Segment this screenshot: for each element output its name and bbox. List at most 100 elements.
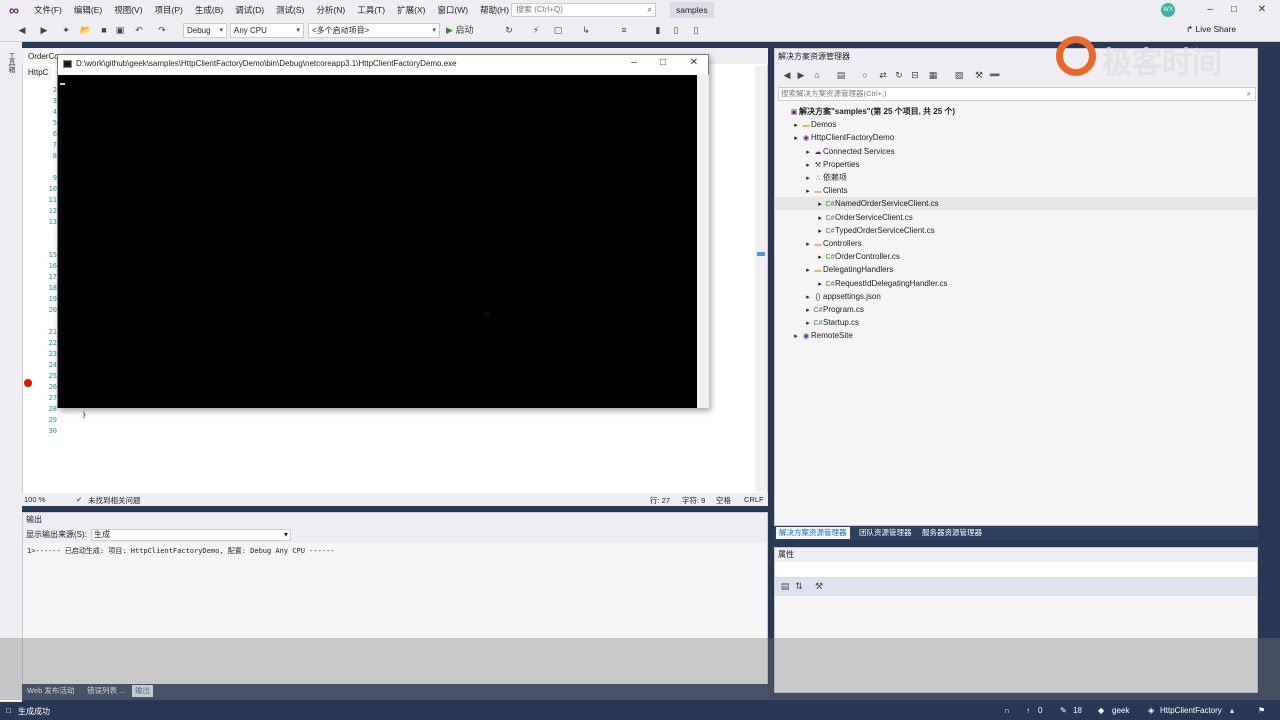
tree-item[interactable]: ▸ ▬ Controllers <box>775 237 1257 250</box>
preview-icon[interactable]: ▧ <box>953 69 965 82</box>
pending-changes-icon[interactable]: ○ <box>859 69 871 82</box>
config-dropdown[interactable]: Debug ▾ <box>183 23 227 38</box>
output-source-dropdown[interactable]: 生成 ▾ <box>91 529 291 541</box>
menu-debug[interactable]: 调试(D) <box>229 4 270 16</box>
tab-error-list[interactable]: 错误列表 ... <box>84 685 128 697</box>
step-icon[interactable]: ↳ <box>580 24 592 37</box>
show-all-files-icon[interactable]: ▦ <box>927 69 939 82</box>
startup-dropdown[interactable]: <多个启动项目> ▾ <box>308 23 440 38</box>
breakpoint-icon[interactable] <box>24 379 32 387</box>
search-input[interactable]: 搜索 (Ctrl+Q) ⌕ <box>511 3 656 17</box>
tree-item[interactable]: ▸ C#TypedOrderServiceClient.cs <box>775 224 1257 237</box>
expand-arrow-icon[interactable]: ▸ <box>815 278 825 291</box>
push-count[interactable]: 0 <box>1038 706 1042 715</box>
branch-icon[interactable]: ◆ <box>1098 706 1104 715</box>
tab-server-explorer[interactable]: 服务器资源管理器 <box>919 527 985 539</box>
refresh-icon[interactable]: ↻ <box>893 69 905 82</box>
indent-icon[interactable]: ≡ <box>618 24 630 37</box>
restart-icon[interactable]: ↻ <box>503 24 515 37</box>
tree-item[interactable]: ▸ C#NamedOrderServiceClient.cs <box>775 197 1257 211</box>
close-button[interactable]: ✕ <box>1252 2 1272 18</box>
expand-arrow-icon[interactable]: ▸ <box>803 304 813 317</box>
edit-icon[interactable]: ✎ <box>1060 706 1067 715</box>
console-close-button[interactable]: ✕ <box>687 57 701 68</box>
console-minimize-button[interactable]: – <box>627 57 641 68</box>
expand-arrow-icon[interactable]: ▸ <box>803 238 813 251</box>
tree-item[interactable]: ▸ ☁ Connected Services <box>775 145 1257 158</box>
tree-item[interactable]: ▸ ⚒ Properties <box>775 158 1257 171</box>
console-scrollbar[interactable] <box>697 75 709 408</box>
project-name[interactable]: HttpClientFactory <box>1160 706 1222 715</box>
forward-icon[interactable]: ▶ <box>38 24 50 37</box>
expand-arrow-icon[interactable]: ▸ <box>791 132 801 145</box>
open-icon[interactable]: 📂 <box>80 24 92 37</box>
expand-arrow-icon[interactable]: ▸ <box>803 159 813 172</box>
editor-scrollbar[interactable] <box>755 66 767 492</box>
tree-item[interactable]: ▸ ◉ RemoteSite <box>775 329 1257 342</box>
console-window[interactable]: D:\work\github\geek\samples\HttpClientFa… <box>57 54 709 408</box>
categorized-icon[interactable]: ▤ <box>779 580 791 593</box>
maximize-button[interactable]: □ <box>1224 2 1244 18</box>
menu-tools[interactable]: 工具(T) <box>351 4 391 16</box>
menu-view[interactable]: 视图(V) <box>108 4 148 16</box>
expand-arrow-icon[interactable]: ▸ <box>803 291 813 304</box>
expand-arrow-icon[interactable]: ▸ <box>803 185 813 198</box>
undo-icon[interactable]: ↶ <box>133 24 145 37</box>
bookmark-icon[interactable]: ▮ <box>652 24 664 37</box>
new-item-icon[interactable]: ✦ <box>60 24 72 37</box>
notifications-icon[interactable]: ⚑ <box>1258 706 1265 715</box>
alphabetical-icon[interactable]: ⇅ <box>793 580 805 593</box>
platform-dropdown[interactable]: Any CPU ▾ <box>230 23 304 38</box>
expand-arrow-icon[interactable]: ▸ <box>791 119 801 132</box>
save-all-icon[interactable]: ▣ <box>114 24 126 37</box>
menu-edit[interactable]: 编辑(E) <box>68 4 108 16</box>
tree-item[interactable]: ▸ ▬ Clients <box>775 184 1257 197</box>
switch-views-icon[interactable]: ▤ <box>835 69 847 82</box>
expand-arrow-icon[interactable]: ▸ <box>803 264 813 277</box>
whitespace-mode[interactable]: 空格 <box>716 495 731 506</box>
expand-arrow-icon[interactable]: ▸ <box>815 198 825 211</box>
visual-studio-logo-icon[interactable]: ∞ <box>0 0 28 20</box>
menu-project[interactable]: 项目(P) <box>149 4 189 16</box>
pin-icon[interactable]: ➖ <box>989 69 1001 82</box>
menu-analyze[interactable]: 分析(N) <box>310 4 351 16</box>
minimize-button[interactable]: – <box>1200 2 1220 18</box>
menu-file[interactable]: 文件(F) <box>28 4 68 16</box>
tree-item[interactable]: ▸ ▬ Demos <box>775 118 1257 131</box>
console-title-bar[interactable]: D:\work\github\geek\samples\HttpClientFa… <box>58 55 708 73</box>
properties-wrench-icon[interactable]: ⚒ <box>973 69 985 82</box>
collapse-all-icon[interactable]: ⊟ <box>909 69 921 82</box>
save-icon[interactable]: ■ <box>98 24 110 37</box>
menu-test[interactable]: 测试(S) <box>270 4 310 16</box>
expand-arrow-icon[interactable]: ▸ <box>803 317 813 330</box>
menu-build[interactable]: 生成(B) <box>189 4 229 16</box>
forward-icon[interactable]: ▶ <box>795 69 807 82</box>
zoom-level[interactable]: 100 % <box>24 495 45 504</box>
tree-item[interactable]: ▸ C#Startup.cs <box>775 316 1257 329</box>
expand-arrow-icon[interactable]: ▸ <box>815 225 825 238</box>
toolbox-tab[interactable]: 工具箱 <box>6 52 16 73</box>
tree-item[interactable]: ▸ C#OrderController.cs <box>775 250 1257 263</box>
expand-arrow-icon[interactable]: ▸ <box>815 212 825 225</box>
push-icon[interactable]: ↑ <box>1026 706 1030 715</box>
avatar[interactable]: WX <box>1161 3 1175 17</box>
tree-item[interactable]: ▣ 解决方案"samples"(第 25 个项目, 共 25 个) <box>775 105 1257 118</box>
bookmark-next-icon[interactable]: ▯ <box>690 24 702 37</box>
home-icon[interactable]: ⌂ <box>811 69 823 82</box>
line-ending[interactable]: CRLF <box>744 495 764 504</box>
solution-search-input[interactable]: 搜索解决方案资源管理器(Ctrl+;) ⌕ <box>778 87 1256 101</box>
start-button[interactable]: ▶ 启动 <box>446 24 486 37</box>
console-output-area[interactable]: ◌ <box>58 75 697 408</box>
expand-arrow-icon[interactable]: ▸ <box>815 251 825 264</box>
branch-user[interactable]: geek <box>1112 706 1129 715</box>
tree-item[interactable]: ▸ C#Program.cs <box>775 303 1257 316</box>
bookmark-prev-icon[interactable]: ▯ <box>670 24 682 37</box>
tab-web-publish[interactable]: Web 发布活动 <box>24 685 77 697</box>
tab-solution-explorer[interactable]: 解决方案资源管理器 <box>776 527 850 539</box>
project-icon[interactable]: ◈ <box>1148 706 1154 715</box>
tree-item[interactable]: ▸ C#RequestIdDelegatingHandler.cs <box>775 277 1257 290</box>
back-icon[interactable]: ◀ <box>16 24 28 37</box>
tab-http-client[interactable]: HttpC <box>24 66 53 80</box>
properties-object-dropdown[interactable] <box>775 562 1257 578</box>
console-maximize-button[interactable]: □ <box>656 57 670 68</box>
